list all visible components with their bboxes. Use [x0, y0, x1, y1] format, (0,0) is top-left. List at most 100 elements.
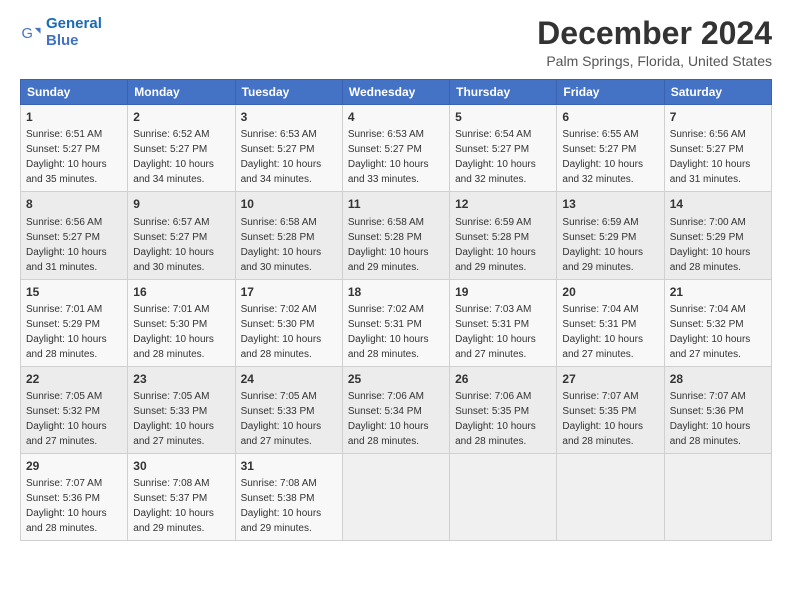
calendar-cell: 8 Sunrise: 6:56 AMSunset: 5:27 PMDayligh…: [21, 192, 128, 279]
calendar-cell: 5 Sunrise: 6:54 AMSunset: 5:27 PMDayligh…: [450, 105, 557, 192]
calendar-cell: 1 Sunrise: 6:51 AMSunset: 5:27 PMDayligh…: [21, 105, 128, 192]
month-title: December 2024: [537, 16, 772, 51]
calendar-cell: 19 Sunrise: 7:03 AMSunset: 5:31 PMDaylig…: [450, 279, 557, 366]
day-info: Sunrise: 6:59 AMSunset: 5:28 PMDaylight:…: [455, 217, 536, 273]
calendar-cell: 15 Sunrise: 7:01 AMSunset: 5:29 PMDaylig…: [21, 279, 128, 366]
day-info: Sunrise: 6:51 AMSunset: 5:27 PMDaylight:…: [26, 129, 107, 185]
day-number: 1: [26, 109, 122, 125]
day-info: Sunrise: 7:00 AMSunset: 5:29 PMDaylight:…: [670, 217, 751, 273]
day-number: 2: [133, 109, 229, 125]
day-info: Sunrise: 6:55 AMSunset: 5:27 PMDaylight:…: [562, 129, 643, 185]
day-info: Sunrise: 6:54 AMSunset: 5:27 PMDaylight:…: [455, 129, 536, 185]
calendar-cell: 23 Sunrise: 7:05 AMSunset: 5:33 PMDaylig…: [128, 366, 235, 453]
day-info: Sunrise: 7:03 AMSunset: 5:31 PMDaylight:…: [455, 304, 536, 360]
day-info: Sunrise: 6:56 AMSunset: 5:27 PMDaylight:…: [26, 217, 107, 273]
day-info: Sunrise: 7:06 AMSunset: 5:34 PMDaylight:…: [348, 391, 429, 447]
calendar-week-2: 8 Sunrise: 6:56 AMSunset: 5:27 PMDayligh…: [21, 192, 772, 279]
day-info: Sunrise: 7:02 AMSunset: 5:31 PMDaylight:…: [348, 304, 429, 360]
calendar-cell: 13 Sunrise: 6:59 AMSunset: 5:29 PMDaylig…: [557, 192, 664, 279]
day-number: 17: [241, 284, 337, 300]
calendar-cell: 21 Sunrise: 7:04 AMSunset: 5:32 PMDaylig…: [664, 279, 771, 366]
weekday-header-row: SundayMondayTuesdayWednesdayThursdayFrid…: [21, 80, 772, 105]
calendar-cell: 26 Sunrise: 7:06 AMSunset: 5:35 PMDaylig…: [450, 366, 557, 453]
day-info: Sunrise: 7:07 AMSunset: 5:35 PMDaylight:…: [562, 391, 643, 447]
day-number: 21: [670, 284, 766, 300]
day-info: Sunrise: 7:04 AMSunset: 5:32 PMDaylight:…: [670, 304, 751, 360]
day-info: Sunrise: 6:53 AMSunset: 5:27 PMDaylight:…: [241, 129, 322, 185]
day-info: Sunrise: 7:04 AMSunset: 5:31 PMDaylight:…: [562, 304, 643, 360]
calendar-cell: 17 Sunrise: 7:02 AMSunset: 5:30 PMDaylig…: [235, 279, 342, 366]
day-number: 13: [562, 196, 658, 212]
day-info: Sunrise: 6:52 AMSunset: 5:27 PMDaylight:…: [133, 129, 214, 185]
weekday-header-saturday: Saturday: [664, 80, 771, 105]
day-info: Sunrise: 6:59 AMSunset: 5:29 PMDaylight:…: [562, 217, 643, 273]
day-number: 16: [133, 284, 229, 300]
day-info: Sunrise: 7:08 AMSunset: 5:38 PMDaylight:…: [241, 478, 322, 534]
day-info: Sunrise: 7:07 AMSunset: 5:36 PMDaylight:…: [670, 391, 751, 447]
calendar-cell: [450, 453, 557, 540]
calendar-cell: 16 Sunrise: 7:01 AMSunset: 5:30 PMDaylig…: [128, 279, 235, 366]
calendar-cell: 9 Sunrise: 6:57 AMSunset: 5:27 PMDayligh…: [128, 192, 235, 279]
day-number: 5: [455, 109, 551, 125]
day-info: Sunrise: 7:06 AMSunset: 5:35 PMDaylight:…: [455, 391, 536, 447]
day-number: 25: [348, 371, 444, 387]
title-area: December 2024 Palm Springs, Florida, Uni…: [537, 16, 772, 69]
day-number: 11: [348, 196, 444, 212]
calendar-cell: [557, 453, 664, 540]
weekday-header-sunday: Sunday: [21, 80, 128, 105]
day-number: 26: [455, 371, 551, 387]
day-number: 22: [26, 371, 122, 387]
day-number: 23: [133, 371, 229, 387]
calendar-cell: 6 Sunrise: 6:55 AMSunset: 5:27 PMDayligh…: [557, 105, 664, 192]
day-info: Sunrise: 6:56 AMSunset: 5:27 PMDaylight:…: [670, 129, 751, 185]
calendar-cell: 10 Sunrise: 6:58 AMSunset: 5:28 PMDaylig…: [235, 192, 342, 279]
calendar-cell: 24 Sunrise: 7:05 AMSunset: 5:33 PMDaylig…: [235, 366, 342, 453]
logo-icon: G: [20, 22, 42, 44]
calendar-cell: [664, 453, 771, 540]
day-info: Sunrise: 7:05 AMSunset: 5:33 PMDaylight:…: [241, 391, 322, 447]
day-info: Sunrise: 6:58 AMSunset: 5:28 PMDaylight:…: [241, 217, 322, 273]
calendar-cell: 7 Sunrise: 6:56 AMSunset: 5:27 PMDayligh…: [664, 105, 771, 192]
day-number: 10: [241, 196, 337, 212]
calendar-week-3: 15 Sunrise: 7:01 AMSunset: 5:29 PMDaylig…: [21, 279, 772, 366]
calendar-cell: 12 Sunrise: 6:59 AMSunset: 5:28 PMDaylig…: [450, 192, 557, 279]
day-info: Sunrise: 6:53 AMSunset: 5:27 PMDaylight:…: [348, 129, 429, 185]
day-info: Sunrise: 6:57 AMSunset: 5:27 PMDaylight:…: [133, 217, 214, 273]
calendar-cell: 30 Sunrise: 7:08 AMSunset: 5:37 PMDaylig…: [128, 453, 235, 540]
calendar-week-5: 29 Sunrise: 7:07 AMSunset: 5:36 PMDaylig…: [21, 453, 772, 540]
calendar-cell: 29 Sunrise: 7:07 AMSunset: 5:36 PMDaylig…: [21, 453, 128, 540]
day-number: 15: [26, 284, 122, 300]
day-number: 8: [26, 196, 122, 212]
day-info: Sunrise: 7:05 AMSunset: 5:33 PMDaylight:…: [133, 391, 214, 447]
day-number: 14: [670, 196, 766, 212]
day-number: 29: [26, 458, 122, 474]
day-number: 6: [562, 109, 658, 125]
weekday-header-friday: Friday: [557, 80, 664, 105]
day-number: 30: [133, 458, 229, 474]
day-number: 4: [348, 109, 444, 125]
calendar-cell: 22 Sunrise: 7:05 AMSunset: 5:32 PMDaylig…: [21, 366, 128, 453]
calendar-cell: 18 Sunrise: 7:02 AMSunset: 5:31 PMDaylig…: [342, 279, 449, 366]
weekday-header-thursday: Thursday: [450, 80, 557, 105]
day-number: 12: [455, 196, 551, 212]
day-number: 28: [670, 371, 766, 387]
calendar-cell: 27 Sunrise: 7:07 AMSunset: 5:35 PMDaylig…: [557, 366, 664, 453]
calendar-cell: [342, 453, 449, 540]
day-info: Sunrise: 7:07 AMSunset: 5:36 PMDaylight:…: [26, 478, 107, 534]
day-number: 24: [241, 371, 337, 387]
day-info: Sunrise: 7:05 AMSunset: 5:32 PMDaylight:…: [26, 391, 107, 447]
logo: G General Blue: [20, 16, 102, 49]
logo-text: General Blue: [46, 16, 102, 49]
calendar-cell: 2 Sunrise: 6:52 AMSunset: 5:27 PMDayligh…: [128, 105, 235, 192]
calendar-week-1: 1 Sunrise: 6:51 AMSunset: 5:27 PMDayligh…: [21, 105, 772, 192]
weekday-header-monday: Monday: [128, 80, 235, 105]
calendar-week-4: 22 Sunrise: 7:05 AMSunset: 5:32 PMDaylig…: [21, 366, 772, 453]
day-info: Sunrise: 7:01 AMSunset: 5:29 PMDaylight:…: [26, 304, 107, 360]
day-info: Sunrise: 7:01 AMSunset: 5:30 PMDaylight:…: [133, 304, 214, 360]
day-number: 31: [241, 458, 337, 474]
day-number: 7: [670, 109, 766, 125]
calendar-cell: 28 Sunrise: 7:07 AMSunset: 5:36 PMDaylig…: [664, 366, 771, 453]
calendar-table: SundayMondayTuesdayWednesdayThursdayFrid…: [20, 79, 772, 541]
day-info: Sunrise: 7:02 AMSunset: 5:30 PMDaylight:…: [241, 304, 322, 360]
page-header: G General Blue December 2024 Palm Spring…: [20, 16, 772, 69]
